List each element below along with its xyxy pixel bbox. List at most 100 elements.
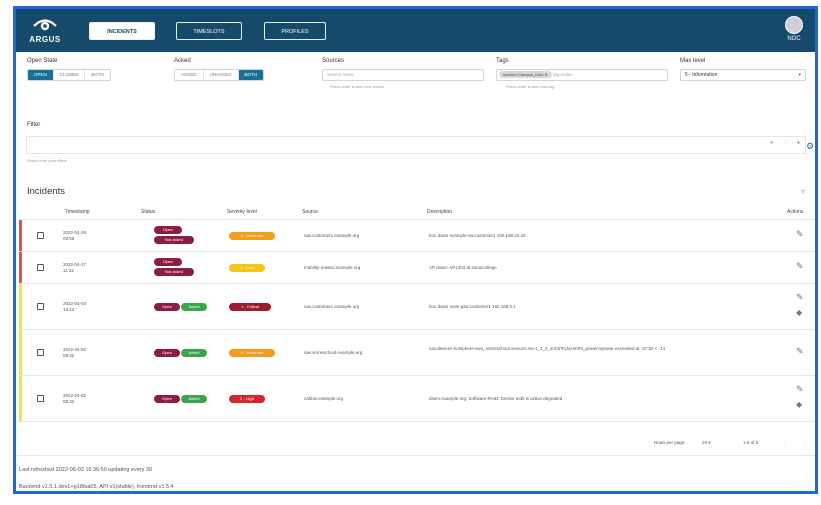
tags-input[interactable]: service=Campus_Oslo ✕ tag=value: [496, 69, 668, 81]
tag-icon[interactable]: ◆: [796, 400, 802, 409]
eye-logo-icon: [33, 19, 57, 31]
status-badge: Acked: [181, 395, 207, 403]
open-details-icon[interactable]: ✎: [796, 229, 804, 240]
user-name: NOC: [787, 36, 801, 42]
argus-logo[interactable]: ARGUS: [26, 15, 64, 47]
acked-label: Acked: [174, 58, 191, 64]
status-badge: Open: [154, 303, 180, 311]
row-time: 09:56: [63, 236, 75, 241]
open-details-icon[interactable]: ✎: [796, 346, 804, 357]
row-date: 2022-04-03: [63, 301, 87, 306]
acked-both[interactable]: BOTH: [238, 70, 264, 80]
gear-icon[interactable]: ⚙: [806, 141, 814, 152]
tab-timeslots[interactable]: TIMESLOTS: [176, 22, 242, 40]
sources-input[interactable]: Source name: [322, 69, 484, 81]
row-time: 11:42: [63, 268, 74, 273]
acked-unacked[interactable]: UNACKED: [204, 70, 239, 80]
col-actions: Actions: [787, 209, 804, 215]
status-badge: Open: [154, 349, 180, 357]
row-timestamp: 2022-04-28 09:56: [63, 230, 103, 242]
filter-select[interactable]: ▾ ↑ ●: [26, 136, 806, 154]
status-badge: Not acked: [154, 236, 194, 244]
pagination-range: 1-5 of 5: [743, 440, 759, 445]
tags-help: Press enter to add new tag: [506, 84, 554, 89]
filter-label: Filter: [27, 122, 41, 128]
row-severity-bar: [19, 376, 22, 421]
filter-funnel-icon[interactable]: ▿: [801, 187, 805, 196]
col-source[interactable]: Source: [302, 209, 318, 215]
sources-help: Press enter to add new source: [330, 84, 385, 89]
row-source: nav.customer1.example.org: [304, 233, 360, 238]
col-status[interactable]: Status: [141, 209, 155, 215]
tag-chip-label: service=Campus_Oslo: [503, 72, 544, 77]
col-severity[interactable]: Severity level: [227, 209, 257, 215]
row-date: 2022-04-28: [63, 230, 87, 235]
close-icon[interactable]: ✕: [544, 72, 547, 77]
top-bar: ARGUS INCIDENTS TIMESLOTS PROFILES NOC: [16, 9, 815, 52]
tab-profiles[interactable]: PROFILES: [264, 22, 326, 40]
max-level-select[interactable]: 5 - Information ▾: [680, 69, 806, 81]
col-timestamp[interactable]: Timestamp: [65, 209, 90, 215]
tag-icon[interactable]: ◆: [796, 308, 802, 317]
open-details-icon[interactable]: ✎: [796, 384, 804, 395]
table-divider: [16, 421, 815, 422]
chevron-down-icon: ▾: [708, 440, 711, 445]
row-source: nav.customer1.example.org: [304, 304, 360, 309]
acked-acked[interactable]: ACKED: [175, 70, 204, 80]
row-checkbox[interactable]: [37, 349, 44, 356]
open-state-open[interactable]: OPEN: [28, 70, 54, 80]
tab-incidents[interactable]: INCIDENTS: [89, 22, 155, 40]
acked-toggle: ACKED UNACKED BOTH: [174, 69, 265, 81]
severity-badge: 1 - Critical: [229, 303, 271, 311]
table-row[interactable]: 2022-04-28 09:56 Open Not acked 4 - Moder…: [19, 219, 815, 251]
row-timestamp: 2022-04-02 09:32: [63, 347, 103, 359]
row-date: 2022-04-02: [63, 393, 87, 398]
open-details-icon[interactable]: ✎: [796, 292, 804, 303]
chevron-down-icon[interactable]: ▾: [770, 140, 773, 146]
row-checkbox[interactable]: [37, 232, 44, 239]
severity-badge: 4 - Moderate: [229, 232, 275, 240]
incidents-title: Incidents: [27, 186, 66, 197]
table-row[interactable]: 2022-04-02 08:32 Open Acked 2 - High zabb…: [19, 375, 815, 421]
row-timestamp: 2022-04-03 13:12: [63, 301, 103, 313]
open-details-icon[interactable]: ✎: [796, 261, 804, 272]
open-state-label: Open State: [27, 58, 58, 64]
next-page-icon[interactable]: ›: [804, 440, 806, 445]
upload-icon[interactable]: ↑: [785, 140, 788, 146]
logo-text: ARGUS: [29, 35, 61, 44]
avatar: [785, 16, 803, 34]
rows-per-page-label: Rows per page:: [654, 440, 686, 445]
table-row[interactable]: 2022-04-03 13:12 Open Acked 1 - Critical …: [19, 283, 815, 329]
tag-chip[interactable]: service=Campus_Oslo ✕: [499, 71, 552, 78]
row-time: 13:12: [63, 307, 75, 312]
previous-page-icon[interactable]: ‹: [784, 440, 786, 445]
version-text: Backend v1.5.1.dev1+g18faa05, API v1(sta…: [19, 484, 174, 490]
status-badge: Not acked: [154, 268, 194, 276]
row-source: zabbix.example.org: [304, 396, 344, 401]
delete-icon[interactable]: ●: [797, 140, 800, 146]
row-checkbox[interactable]: [37, 264, 44, 271]
row-date: 2022-04-02: [63, 347, 87, 352]
row-checkbox[interactable]: [37, 303, 44, 310]
row-time: 08:32: [63, 399, 75, 404]
status-badge: Acked: [181, 349, 207, 357]
row-description: box down main-gsw.customer1 192.168.0.1: [429, 304, 516, 309]
row-checkbox[interactable]: [37, 395, 44, 402]
table-row[interactable]: 2022-04-27 11:42 Open Not acked 3 - Low m…: [19, 251, 815, 283]
last-refreshed-text: Last refreshed 2022-06-03 16:36:50 updat…: [19, 467, 153, 473]
row-severity-bar: [19, 284, 22, 329]
status-badge: Open: [154, 226, 182, 234]
open-state-closed[interactable]: CLOSED: [54, 70, 86, 80]
user-menu[interactable]: NOC: [783, 16, 805, 50]
rows-per-page-select[interactable]: 25 ▾: [702, 440, 711, 446]
max-level-value: 5 - Information: [685, 72, 718, 78]
severity-badge: 2 - High: [229, 395, 265, 403]
open-state-both[interactable]: BOTH: [85, 70, 110, 80]
tags-label: Tags: [496, 58, 509, 64]
sources-label: Sources: [322, 58, 345, 64]
row-time: 09:32: [63, 353, 75, 358]
table-row[interactable]: 2022-04-02 09:32 Open Acked 4 - Moderate …: [19, 329, 815, 375]
status-badge: Open: [154, 258, 182, 266]
col-description[interactable]: Description: [427, 209, 452, 215]
tags-placeholder: tag=value: [553, 72, 573, 77]
